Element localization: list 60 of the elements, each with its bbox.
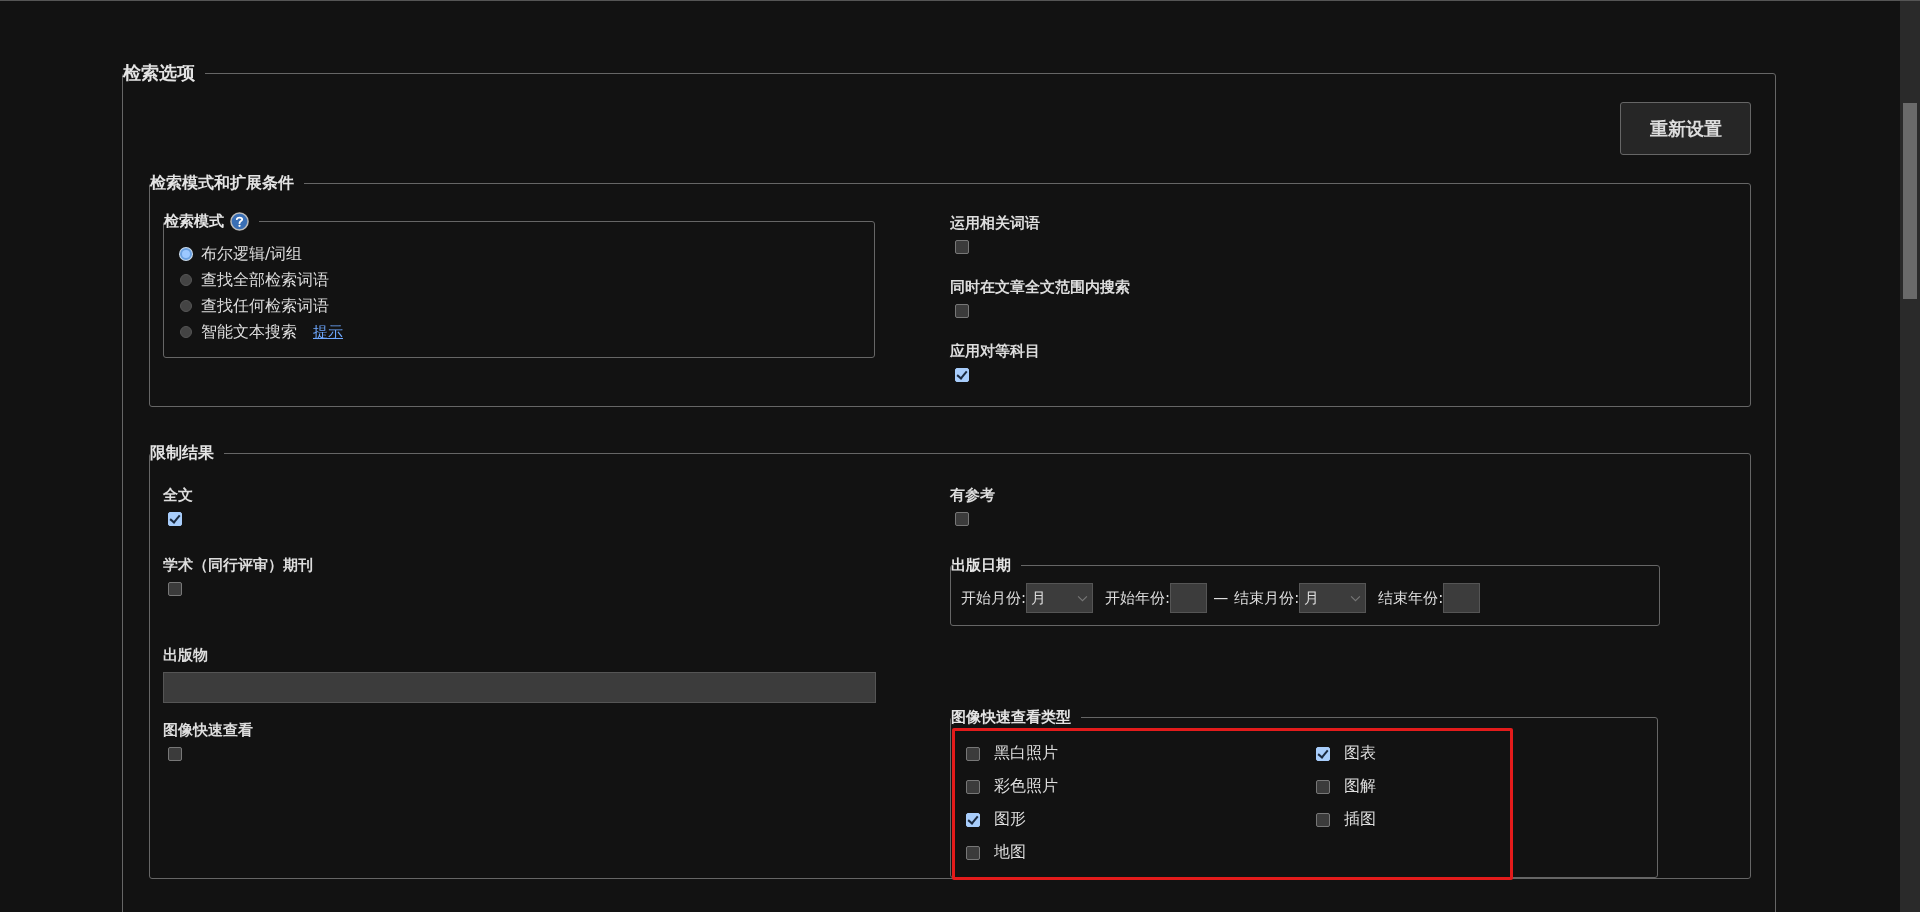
checkbox[interactable] — [966, 812, 980, 827]
option-label: 应用对等科目 — [950, 342, 1041, 360]
option-label: 图像快速查看 — [163, 721, 254, 739]
chevron-down-icon — [1077, 594, 1089, 602]
month-select[interactable]: 月 — [1026, 583, 1094, 613]
checkbox[interactable] — [1316, 746, 1330, 761]
group-title: 检索模式 — [164, 212, 224, 231]
option-label: 黑白照片 — [994, 743, 1058, 764]
checkbox[interactable] — [966, 779, 980, 794]
checkbox[interactable] — [1316, 812, 1330, 827]
option-label: 布尔逻辑/词组 — [201, 243, 303, 265]
checkbox[interactable] — [966, 845, 980, 860]
checkbox[interactable] — [168, 512, 182, 526]
field-label: 出版物 — [163, 646, 209, 664]
publication-field[interactable] — [163, 672, 876, 703]
range-dash: — — [1213, 589, 1229, 607]
chevron-down-icon — [1350, 594, 1362, 602]
section-title: 检索模式和扩展条件 — [150, 173, 295, 194]
year-field[interactable] — [1443, 583, 1481, 613]
checkbox[interactable] — [966, 746, 980, 761]
section-title: 检索选项 — [123, 61, 196, 85]
option-label: 插图 — [1344, 809, 1376, 830]
checkbox[interactable] — [168, 747, 182, 761]
option-label: 图解 — [1344, 776, 1376, 797]
option-label: 彩色照片 — [994, 776, 1058, 797]
radio-button[interactable] — [180, 274, 192, 286]
year-field[interactable] — [1170, 583, 1208, 613]
checkbox[interactable] — [955, 512, 969, 526]
group-title: 图像快速查看类型 — [951, 708, 1072, 727]
option-label: 查找全部检索词语 — [201, 269, 329, 291]
radio-button[interactable] — [180, 248, 192, 260]
radio-button[interactable] — [180, 300, 192, 312]
option-label: 有参考 — [950, 486, 996, 504]
field-label: 结束年份: — [1378, 588, 1444, 608]
option-label: 智能文本搜索 — [201, 321, 297, 343]
section-title: 限制结果 — [150, 443, 215, 464]
month-select[interactable]: 月 — [1299, 583, 1367, 613]
option-label: 地图 — [994, 842, 1026, 863]
checkbox[interactable] — [955, 304, 969, 318]
checkbox[interactable] — [955, 240, 969, 254]
checkbox[interactable] — [1316, 779, 1330, 794]
help-icon[interactable] — [230, 212, 249, 231]
scrollbar[interactable] — [1900, 1, 1920, 912]
option-label: 图表 — [1344, 743, 1376, 764]
option-label: 学术（同行评审）期刊 — [163, 556, 314, 574]
option-label: 全文 — [163, 486, 194, 504]
option-label: 查找任何检索词语 — [201, 295, 329, 317]
option-label: 同时在文章全文范围内搜索 — [950, 278, 1131, 296]
option-label: 图形 — [994, 809, 1026, 830]
checkbox[interactable] — [168, 582, 182, 596]
option-label: 运用相关词语 — [950, 214, 1041, 232]
scrollbar-thumb[interactable] — [1903, 103, 1917, 299]
checkbox[interactable] — [955, 368, 969, 382]
radio-button[interactable] — [180, 326, 192, 338]
reset-button[interactable]: 重新设置 — [1620, 102, 1751, 155]
field-label: 开始年份: — [1105, 588, 1171, 608]
tip-link[interactable]: 提示 — [313, 322, 343, 342]
field-label: 结束月份: — [1234, 588, 1300, 608]
group-title: 出版日期 — [951, 556, 1012, 575]
field-label: 开始月份: — [961, 588, 1027, 608]
